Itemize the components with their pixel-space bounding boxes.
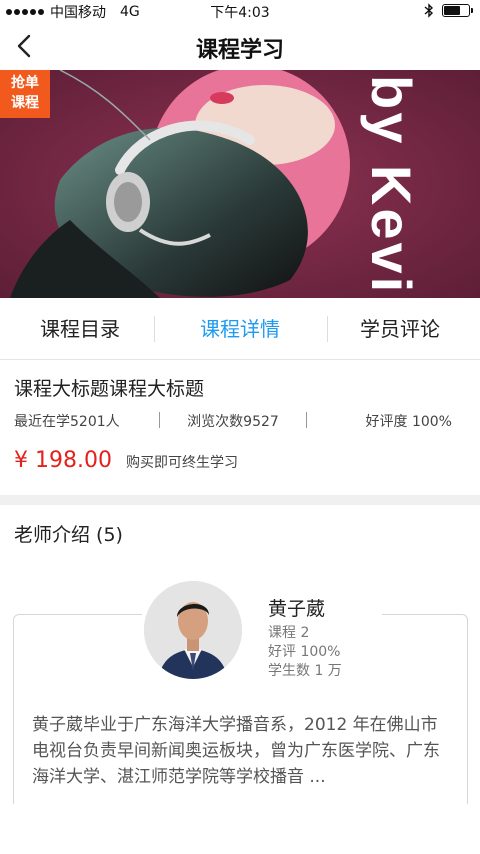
course-stats: 最近在学5201人 浏览次数9527 好评度 100%: [14, 411, 466, 431]
promo-tag-line2: 课程: [11, 95, 39, 111]
course-tabs: 课程目录 课程详情 学员评论: [0, 298, 480, 360]
status-time: 下午4:03: [210, 5, 270, 21]
bluetooth-icon: [424, 3, 434, 18]
section-divider: [0, 495, 480, 505]
teacher-courses: 课程 2: [268, 625, 310, 641]
status-right: [424, 3, 473, 18]
teacher-avatar-image: [144, 581, 242, 679]
course-price: ¥ 198.00: [14, 448, 112, 473]
teacher-students: 学生数 1 万: [268, 663, 342, 679]
tab-divider: [327, 316, 328, 342]
teacher-section-title: 老师介绍 (5): [14, 524, 123, 546]
banner-illustration: by Kevin: [0, 70, 480, 298]
promo-tag: 抢单 课程: [0, 70, 50, 118]
tab-reviews[interactable]: 学员评论: [320, 298, 480, 359]
price-note: 购买即可终生学习: [125, 455, 238, 471]
tab-catalog[interactable]: 课程目录: [0, 298, 160, 359]
teacher-bio: 黄子葳毕业于广东海洋大学播音系，2012 年在佛山市电视台负责早间新闻奥运板块，…: [32, 715, 440, 787]
course-banner[interactable]: by Kevin 抢单 课程: [0, 70, 480, 298]
tab-divider: [154, 316, 155, 342]
course-info: 课程大标题课程大标题 最近在学5201人 浏览次数9527 好评度 100% ¥…: [0, 360, 480, 495]
price-row: ¥ 198.00 购买即可终生学习: [14, 448, 238, 473]
promo-tag-line1: 抢单: [11, 75, 39, 91]
course-title: 课程大标题课程大标题: [14, 378, 205, 400]
learners-count: 最近在学5201人: [14, 414, 120, 430]
nav-bar: 课程学习: [0, 22, 480, 70]
rating: 好评度 100%: [365, 414, 452, 430]
avatar[interactable]: [144, 581, 242, 679]
status-bar: 中国移动 4G 下午4:03: [0, 0, 480, 22]
page-title: 课程学习: [195, 38, 284, 63]
battery-icon: [442, 4, 473, 17]
views-count: 浏览次数9527: [187, 414, 279, 430]
teacher-name: 黄子葳: [268, 598, 326, 620]
banner-overlay-text: by Kevin: [360, 75, 423, 298]
tab-details[interactable]: 课程详情: [160, 298, 320, 359]
teacher-rating: 好评 100%: [268, 644, 341, 660]
